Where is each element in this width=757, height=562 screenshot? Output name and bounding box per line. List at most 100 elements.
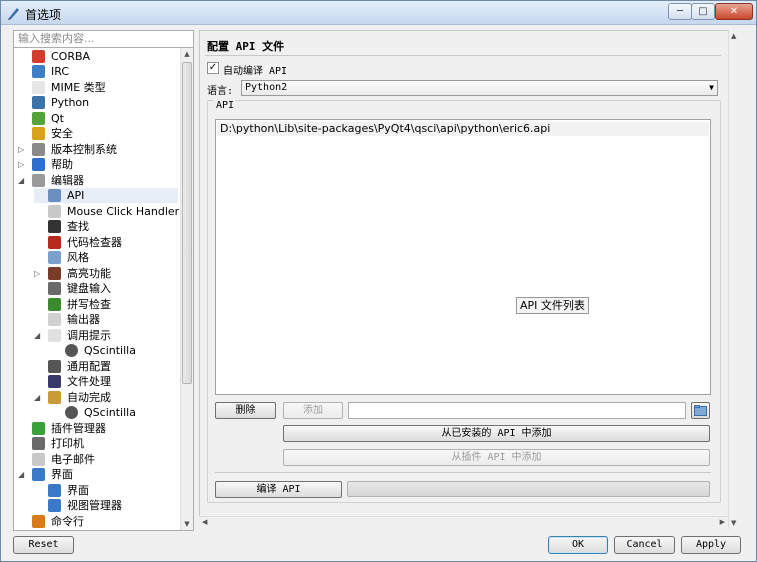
page-vertical-scrollbar[interactable]: ▲ ▼ <box>728 30 741 529</box>
tree-item-label: Mouse Click Handlers <box>67 204 185 218</box>
tree-scrollbar[interactable]: ▲ ▼ <box>180 48 193 530</box>
tree-item[interactable]: ▷ 版本控制系统 <box>18 142 178 157</box>
list-item[interactable]: D:\python\Lib\site-packages\PyQt4\qsci\a… <box>217 122 709 136</box>
tree-item-label: 界面 <box>67 483 89 497</box>
tree-item-label: API <box>67 189 85 202</box>
add-button[interactable]: 添加 <box>283 402 343 419</box>
cancel-button[interactable]: Cancel <box>614 536 675 554</box>
scroll-up-arrow-icon[interactable]: ▲ <box>731 32 736 40</box>
api-file-list[interactable]: D:\python\Lib\site-packages\PyQt4\qsci\a… <box>215 119 711 395</box>
tree-item[interactable]: 查找 <box>34 219 178 234</box>
interface-icon <box>32 468 45 481</box>
tree-item-label: 拼写检查 <box>67 297 111 311</box>
tree-item-label: 安全 <box>51 127 73 140</box>
tree-item[interactable]: ◢ 编辑器 <box>18 173 178 188</box>
collapse-arrow-icon[interactable]: ◢ <box>34 328 40 343</box>
language-label: 语言: <box>207 86 234 97</box>
tree-item[interactable]: 风格 <box>34 250 178 265</box>
maximize-button[interactable]: □ <box>691 3 715 20</box>
tooltip: API 文件列表 <box>516 297 589 314</box>
shell-icon <box>32 514 45 528</box>
tree-item[interactable]: 键盘输入 <box>34 281 178 296</box>
scroll-down-arrow-icon[interactable]: ▼ <box>731 519 736 527</box>
reset-button[interactable]: Reset <box>13 536 74 554</box>
tree-item[interactable]: 插件管理器 <box>18 421 178 436</box>
tree-item-label: 输出器 <box>67 313 100 326</box>
bug-icon <box>48 235 61 249</box>
expand-arrow-icon[interactable]: ▷ <box>18 157 24 172</box>
keyboard-icon <box>48 282 61 295</box>
expand-arrow-icon[interactable]: ▷ <box>34 266 40 281</box>
add-plugin-api-button[interactable]: 从插件 API 中添加 <box>283 449 710 466</box>
collapse-arrow-icon[interactable]: ◢ <box>34 390 40 405</box>
open-file-button[interactable] <box>691 402 710 419</box>
tree-item[interactable]: 拼写检查 <box>34 297 178 312</box>
python-icon <box>32 96 45 109</box>
tree-item[interactable]: ◢ 界面 <box>18 467 178 482</box>
collapse-arrow-icon[interactable]: ◢ <box>18 173 24 188</box>
page-title: 配置 API 文件 <box>207 40 285 53</box>
tree-item[interactable]: 输出器 <box>34 312 178 327</box>
scroll-up-arrow-icon[interactable]: ▲ <box>181 48 193 60</box>
tree-item-label: 命令行 <box>51 514 84 528</box>
tree-item[interactable]: Python <box>18 95 178 110</box>
page-horizontal-scrollbar[interactable]: ◀ ▶ <box>199 516 728 529</box>
tree-item[interactable]: 界面 <box>34 483 178 498</box>
corba-icon <box>32 49 45 63</box>
qt-icon <box>32 111 45 125</box>
tree-item[interactable]: 代码检查器 <box>34 235 178 250</box>
add-installed-api-button[interactable]: 从已安装的 API 中添加 <box>283 425 710 442</box>
tree-item[interactable]: API <box>34 188 178 203</box>
tree-item-label: 界面 <box>51 468 73 481</box>
lock-icon <box>32 127 45 140</box>
tree-item[interactable]: 文件处理 <box>34 374 178 389</box>
tree-item[interactable]: 安全 <box>18 126 178 141</box>
tree-item[interactable]: 打印机 <box>18 436 178 451</box>
preferences-tree[interactable]: 命令行 视图管理器 界面 ◢ 界面 电子邮件 打印机 插件管理器 QScintilla ◢ 自动完成… <box>13 48 194 531</box>
tree-item[interactable]: CORBA <box>18 49 178 64</box>
ok-button[interactable]: OK <box>548 536 608 554</box>
collapse-arrow-icon[interactable]: ◢ <box>18 467 24 482</box>
window-title: 首选项 <box>25 8 62 22</box>
close-button[interactable]: ✕ <box>715 3 753 20</box>
tree-item[interactable]: ▷ 高亮功能 <box>34 266 178 281</box>
tree-item[interactable]: 命令行 <box>18 514 178 529</box>
tree-item[interactable]: Mouse Click Handlers <box>34 204 185 219</box>
api-file-input[interactable] <box>348 402 686 419</box>
vcs-icon <box>32 142 45 156</box>
auto-compile-checkbox[interactable]: ✓ <box>207 62 219 74</box>
tree-item[interactable]: ▷ 帮助 <box>18 157 178 172</box>
scroll-left-arrow-icon[interactable]: ◀ <box>202 518 207 526</box>
irc-icon <box>32 65 45 78</box>
tree-item[interactable]: IRC <box>18 64 178 79</box>
help-icon <box>32 158 45 171</box>
compile-api-button[interactable]: 编译 API <box>215 481 342 498</box>
tree-item-label: 高亮功能 <box>67 266 111 280</box>
save-icon <box>48 375 61 388</box>
tree-item[interactable]: Qt <box>18 111 178 126</box>
tree-item[interactable]: ◢ 自动完成 <box>34 390 178 405</box>
title-divider <box>205 55 721 56</box>
tree-item[interactable]: 通用配置 <box>34 359 178 374</box>
scroll-right-arrow-icon[interactable]: ▶ <box>720 518 725 526</box>
highlight-icon <box>48 266 61 280</box>
qscintilla-icon <box>65 344 78 357</box>
tree-item[interactable]: 视图管理器 <box>34 498 178 513</box>
apply-button[interactable]: Apply <box>681 536 741 554</box>
language-select[interactable]: Python2 ▼ <box>241 80 718 96</box>
tree-item[interactable]: MIME 类型 <box>18 80 178 95</box>
tree-item[interactable]: 电子邮件 <box>18 452 178 467</box>
tree-item[interactable]: QScintilla <box>51 405 178 420</box>
scroll-thumb[interactable] <box>182 62 192 384</box>
minimize-button[interactable]: ─ <box>668 3 692 20</box>
scroll-down-arrow-icon[interactable]: ▼ <box>181 518 193 530</box>
title-bar[interactable]: 首选项 ─ □ ✕ <box>1 1 756 25</box>
tree-item[interactable]: QScintilla <box>51 343 178 358</box>
editor-icon <box>32 173 45 187</box>
expand-arrow-icon[interactable]: ▷ <box>18 142 24 157</box>
spellcheck-icon <box>48 297 61 311</box>
delete-button[interactable]: 删除 <box>215 402 276 419</box>
search-input[interactable]: 输入搜索内容... <box>13 30 194 48</box>
language-value: Python2 <box>245 82 288 93</box>
tree-item[interactable]: ◢ 调用提示 <box>34 328 178 343</box>
